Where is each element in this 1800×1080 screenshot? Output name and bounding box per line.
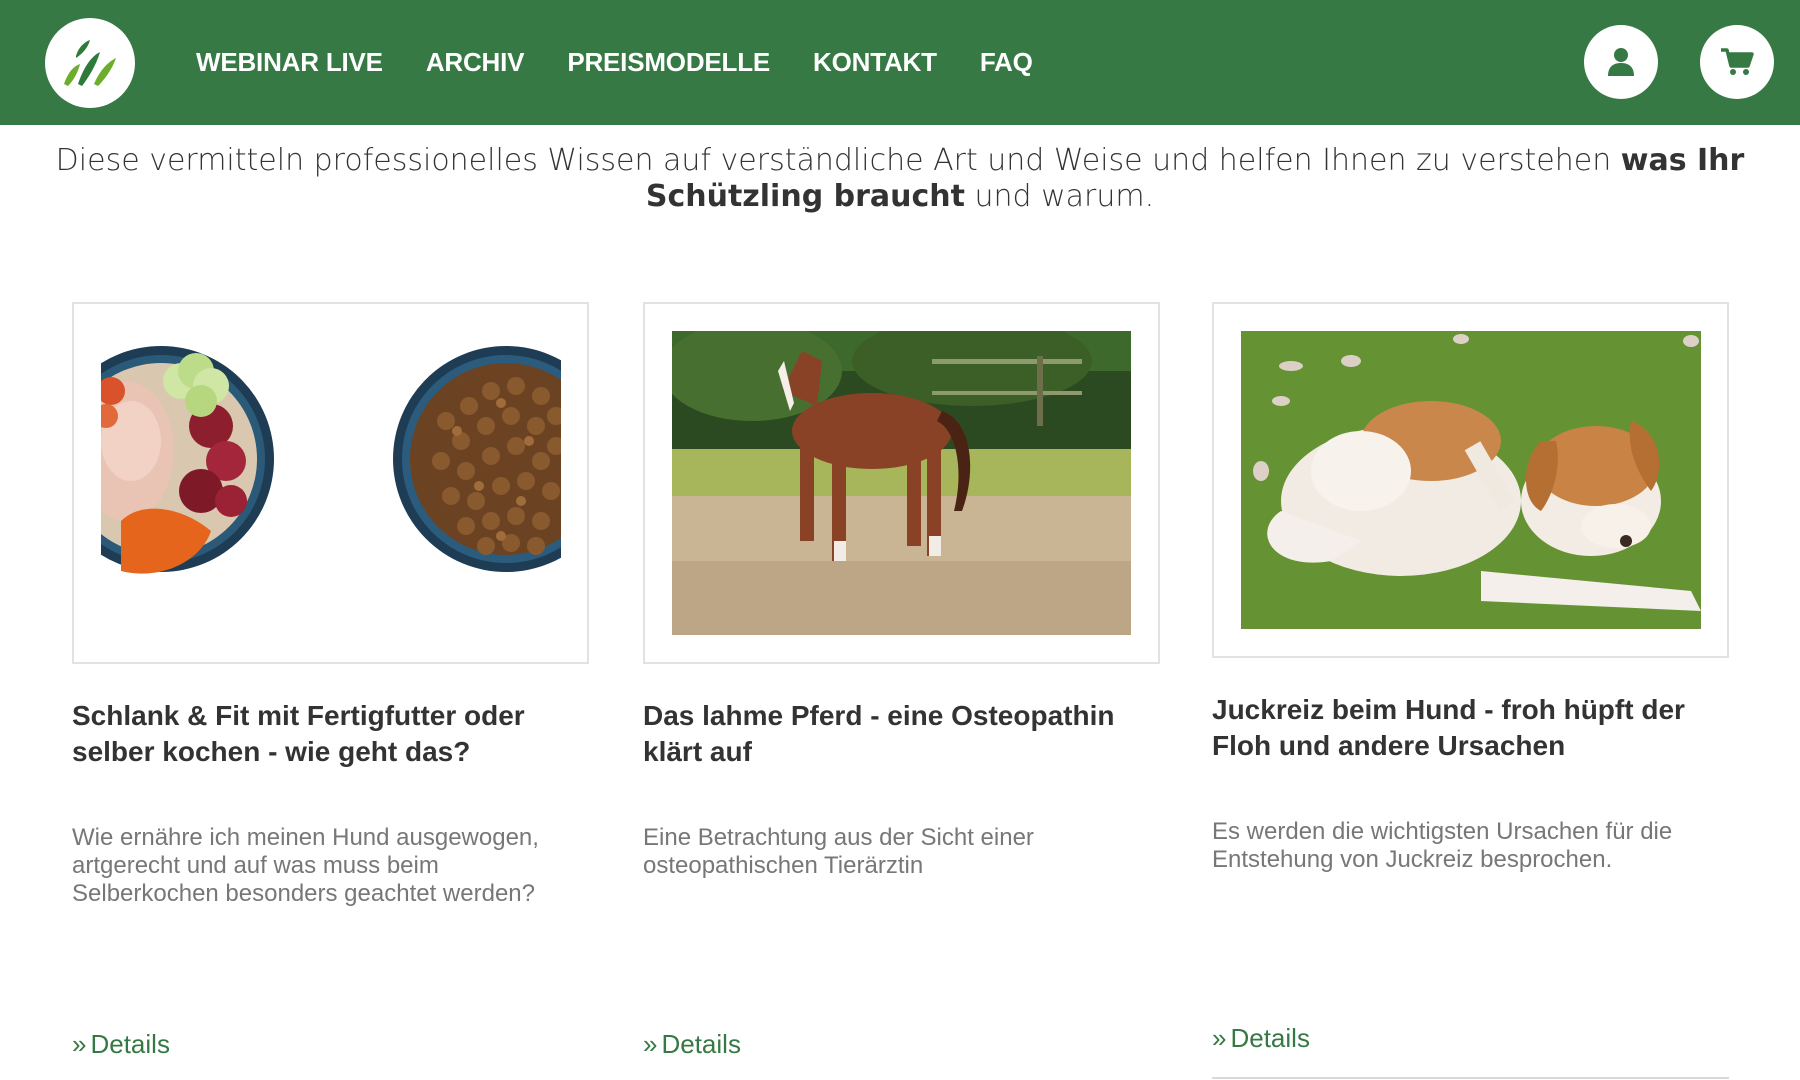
nav-item-archiv[interactable]: ARCHIV [426, 47, 525, 78]
site-logo[interactable] [45, 18, 135, 108]
card-title[interactable]: Das lahme Pferd - eine Osteopathin klärt… [643, 698, 1160, 770]
card-image[interactable] [672, 331, 1131, 635]
details-link[interactable]: » Details [72, 1029, 170, 1060]
card-description: Eine Betrachtung aus der Sicht einer ost… [643, 824, 1034, 879]
nav-item-preismodelle[interactable]: PREISMODELLE [567, 47, 770, 78]
cart-icon [1721, 48, 1754, 75]
card-description: Es werden die wichtigsten Ursachen für d… [1212, 818, 1673, 873]
intro-text: Diese vermitteln professionelles Wissen … [50, 143, 1750, 215]
double-chevron-right-icon: » [1212, 1023, 1227, 1053]
intro-text-end: und warum. [964, 179, 1155, 214]
webinar-card: Das lahme Pferd - eine Osteopathin klärt… [643, 302, 1160, 1059]
webinar-card: Juckreiz beim Hund - froh hüpft der Floh… [1212, 302, 1729, 1053]
webinar-card: Schlank & Fit mit Fertigfutter oder selb… [72, 302, 589, 1059]
card-image-frame[interactable] [72, 302, 589, 664]
card-divider [1212, 1077, 1729, 1079]
card-title[interactable]: Juckreiz beim Hund - froh hüpft der Floh… [1212, 692, 1729, 764]
dog-photo-illustration [1241, 331, 1701, 629]
intro-text-start: Diese vermitteln professionelles Wissen … [55, 143, 1621, 178]
site-header: WEBINAR LIVE ARCHIV PREISMODELLE KONTAKT… [0, 0, 1800, 125]
horse-photo-illustration [672, 331, 1131, 635]
leaf-logo-icon [64, 40, 116, 86]
details-link[interactable]: » Details [643, 1029, 741, 1060]
details-link-label: Details [661, 1029, 741, 1059]
card-image-frame[interactable] [643, 302, 1160, 664]
card-image[interactable] [1241, 331, 1701, 629]
nav-item-faq[interactable]: FAQ [980, 47, 1033, 78]
details-link-label: Details [90, 1029, 170, 1059]
nav-item-kontakt[interactable]: KONTAKT [813, 47, 937, 78]
card-description: Wie ernähre ich meinen Hund ausgewogen, … [72, 824, 539, 907]
double-chevron-right-icon: » [643, 1029, 658, 1059]
account-button[interactable] [1584, 25, 1658, 99]
details-link[interactable]: » Details [1212, 1023, 1310, 1054]
card-title[interactable]: Schlank & Fit mit Fertigfutter oder selb… [72, 698, 589, 770]
nav-item-webinar-live[interactable]: WEBINAR LIVE [196, 47, 383, 78]
cart-button[interactable] [1700, 25, 1774, 99]
double-chevron-right-icon: » [72, 1029, 87, 1059]
user-icon [1608, 48, 1634, 76]
food-bowls-illustration [101, 331, 561, 635]
main-nav: WEBINAR LIVE ARCHIV PREISMODELLE KONTAKT… [196, 0, 1076, 125]
details-link-label: Details [1230, 1023, 1310, 1053]
card-image-frame[interactable] [1212, 302, 1729, 658]
card-image[interactable] [101, 331, 561, 635]
